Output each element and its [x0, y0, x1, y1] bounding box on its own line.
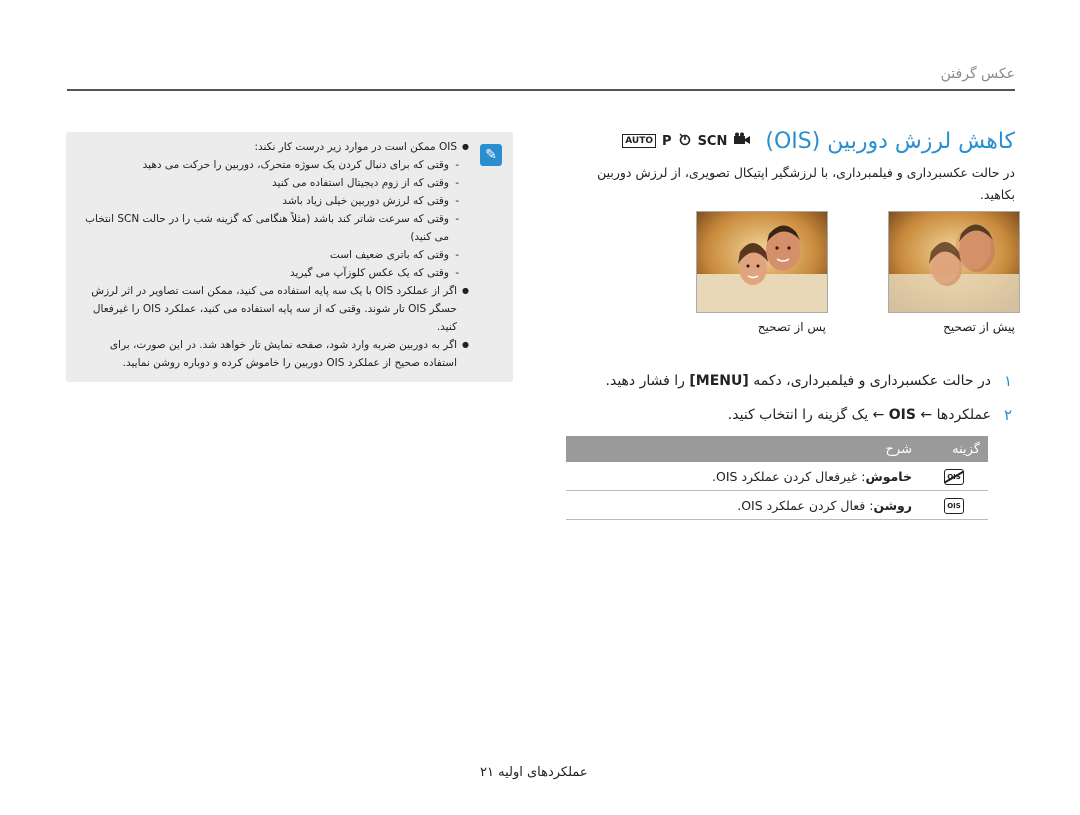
menu-key: [MENU] [689, 373, 749, 389]
note-subitem: وقتی که باتری ضعیف است [73, 246, 469, 264]
header-description: شرح [566, 436, 920, 462]
caption-before: پیش از تصحیح [943, 320, 1015, 334]
note-box: ✎ OIS ممکن است در موارد زیر درست کار نکن… [66, 132, 513, 382]
program-mode-icon: P [662, 133, 672, 149]
step-text: عملکردها ← OIS ← یک گزینه را انتخاب کنید… [727, 407, 991, 423]
movie-mode-icon [733, 132, 751, 150]
section-header: عکس گرفتن [940, 66, 1015, 82]
page-footer: عملکردهای اولیه ۲۱ [480, 765, 588, 780]
option-icon-cell: OIS [920, 462, 988, 491]
note-subitem: وقتی که لرزش دوربین خیلی زیاد باشد [73, 192, 469, 210]
note-list: OIS ممکن است در موارد زیر درست کار نکند:… [73, 138, 469, 372]
note-item: OIS ممکن است در موارد زیر درست کار نکند: [73, 138, 469, 156]
step-text: در حالت عکسبرداری و فیلمبرداری، دکمه [ME… [605, 373, 991, 389]
page-title: کاهش لرزش دوربین (OIS) [765, 128, 1015, 154]
note-item: اگر از عملکرد OIS با یک سه پایه استفاده … [73, 282, 469, 336]
mode-icons: AUTO P SCN [622, 132, 751, 150]
step-number: ۱ [1003, 372, 1013, 390]
step-1: ۱ در حالت عکسبرداری و فیلمبرداری، دکمه [… [606, 372, 1015, 390]
step-2: ۲ عملکردها ← OIS ← یک گزینه را انتخاب کن… [728, 406, 1015, 424]
ois-key: OIS [888, 407, 916, 423]
title-row: کاهش لرزش دوربین (OIS) AUTO P SCN [622, 124, 1015, 158]
photo-after-correction [696, 211, 828, 313]
note-subitem: وقتی که یک عکس کلوزآپ می گیرید [73, 264, 469, 282]
table-header-row: گزینه شرح [566, 436, 988, 462]
options-table: گزینه شرح OIS خاموش: غیرفعال کردن عملکرد… [566, 436, 988, 520]
note-item: اگر به دوربین ضربه وارد شود، صفحه نمایش … [73, 336, 469, 372]
note-subitem: وقتی که برای دنبال کردن یک سوژه متحرک، د… [73, 156, 469, 174]
step-number: ۲ [1003, 406, 1013, 424]
photo-before-correction [888, 211, 1020, 313]
ois-on-icon: OIS [944, 498, 964, 514]
option-icon-cell: OIS [920, 490, 988, 520]
scene-mode-icon: SCN [697, 133, 728, 149]
table-row: OIS روشن: فعال کردن عملکرد OIS. [566, 490, 988, 520]
option-description: خاموش: غیرفعال کردن عملکرد OIS. [566, 462, 920, 491]
table-row: OIS خاموش: غیرفعال کردن عملکرد OIS. [566, 462, 988, 491]
note-pencil-icon: ✎ [480, 144, 502, 166]
auto-mode-icon: AUTO [622, 134, 657, 148]
ois-off-icon: OIS [944, 469, 964, 485]
intro-text: در حالت عکسبرداری و فیلمبرداری، با لرزشگ… [597, 165, 1015, 202]
option-description: روشن: فعال کردن عملکرد OIS. [566, 490, 920, 520]
caption-after: پس از تصحیح [757, 320, 826, 334]
note-subitem: وقتی که از زوم دیجیتال استفاده می کنید [73, 174, 469, 192]
note-subitem: وقتی که سرعت شاتر کند باشد (مثلاً هنگامی… [73, 210, 469, 246]
dual-is-mode-icon [678, 132, 692, 150]
header-option: گزینه [920, 436, 988, 462]
header-divider [67, 89, 1015, 91]
